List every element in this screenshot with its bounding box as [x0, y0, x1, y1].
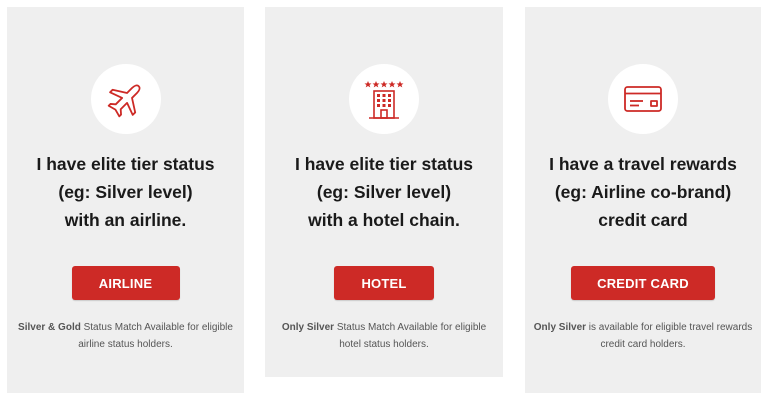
airline-note-text: Status Match Available for eligible airl… [78, 322, 233, 350]
airline-button[interactable]: AIRLINE [71, 266, 180, 300]
hotel-heading-line-3: with a hotel chain. [308, 210, 460, 230]
airline-card: I have elite tier status (eg: Silver lev… [7, 7, 244, 393]
credit-card-heading-line-3: credit card [598, 210, 688, 230]
airline-note: Silver & Gold Status Match Available for… [13, 319, 238, 353]
credit-card-card: I have a travel rewards (eg: Airline co-… [525, 7, 761, 393]
airline-heading-line-3: with an airline. [64, 210, 187, 230]
hotel-note: Only Silver Status Match Available for e… [271, 319, 497, 353]
airline-note-bold: Silver & Gold [18, 322, 81, 333]
hotel-heading: I have elite tier status (eg: Silver lev… [265, 150, 503, 234]
hotel-icon-circle [349, 64, 419, 134]
hotel-icon [364, 81, 404, 119]
credit-card-note: Only Silver is available for eligible tr… [531, 319, 755, 353]
airline-heading-line-2: (eg: Silver level) [58, 182, 193, 202]
status-match-options: I have elite tier status (eg: Silver lev… [0, 0, 768, 400]
airline-heading: I have elite tier status (eg: Silver lev… [7, 150, 244, 234]
airplane-icon [107, 84, 140, 118]
hotel-button[interactable]: HOTEL [334, 266, 434, 300]
hotel-heading-line-1: I have elite tier status [295, 154, 473, 174]
credit-card-note-bold: Only Silver [533, 322, 587, 333]
hotel-card: I have elite tier status (eg: Silver lev… [265, 7, 503, 377]
credit-card-heading-line-2: (eg: Airline co-brand) [554, 182, 732, 202]
airline-heading-line-1: I have elite tier status [36, 154, 215, 174]
credit-card-note-text: is available for eligible travel rewards… [586, 322, 753, 350]
credit-card-icon-circle [608, 64, 678, 134]
hotel-note-bold: Only Silver [281, 322, 335, 333]
credit-card-heading: I have a travel rewards (eg: Airline co-… [525, 150, 761, 234]
airline-icon-circle [90, 64, 161, 134]
hotel-heading-line-2: (eg: Silver level) [316, 182, 452, 202]
credit-card-button[interactable]: CREDIT CARD [571, 266, 715, 300]
credit-card-icon [624, 86, 662, 112]
credit-card-heading-line-1: I have a travel rewards [549, 154, 737, 174]
hotel-note-text: Status Match Available for eligible hote… [334, 322, 487, 350]
